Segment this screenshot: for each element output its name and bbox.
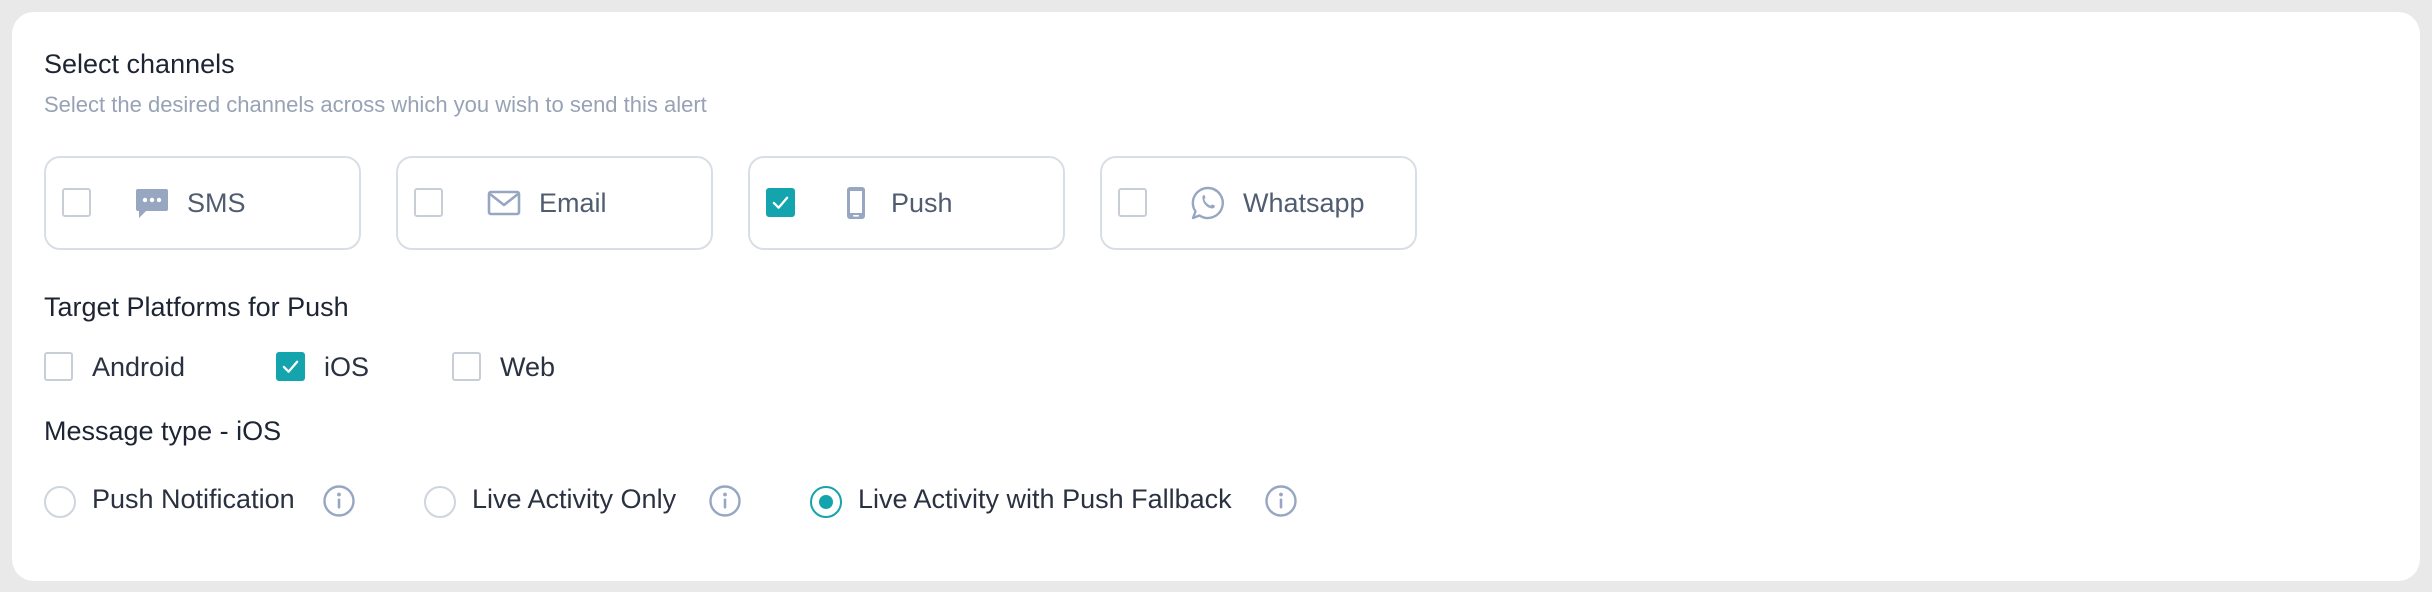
channel-card-whatsapp[interactable]: Whatsapp xyxy=(1100,156,1417,250)
target-platforms-title: Target Platforms for Push xyxy=(44,292,349,322)
channel-label-sms: SMS xyxy=(187,188,246,218)
info-icon[interactable] xyxy=(1264,484,1298,518)
message-type-title: Message type - iOS xyxy=(44,416,282,446)
push-checkbox[interactable] xyxy=(766,188,795,217)
mobile-phone-icon xyxy=(847,187,865,219)
info-icon[interactable] xyxy=(708,484,742,518)
radio-label-live-activity-push-fallback[interactable]: Live Activity with Push Fallback xyxy=(858,486,1232,513)
platform-label-ios[interactable]: iOS xyxy=(324,354,369,381)
select-channels-title: Select channels xyxy=(44,49,235,79)
channel-card-sms[interactable]: SMS xyxy=(44,156,361,250)
checkmark-icon xyxy=(772,196,789,209)
channel-label-email: Email xyxy=(539,188,607,218)
platform-checkbox-android[interactable] xyxy=(44,352,73,381)
radio-live-activity-only[interactable] xyxy=(424,486,456,518)
alert-channels-card: Select channels Select the desired chann… xyxy=(12,12,2420,581)
whatsapp-checkbox[interactable] xyxy=(1118,188,1147,217)
radio-live-activity-push-fallback[interactable] xyxy=(810,486,842,518)
info-icon[interactable] xyxy=(322,484,356,518)
channel-card-push[interactable]: Push xyxy=(748,156,1065,250)
channel-label-whatsapp: Whatsapp xyxy=(1243,188,1365,218)
platform-checkbox-web[interactable] xyxy=(452,352,481,381)
sms-message-icon xyxy=(136,189,168,218)
checkmark-icon xyxy=(282,360,299,373)
envelope-icon xyxy=(487,190,521,216)
platform-label-android[interactable]: Android xyxy=(92,354,185,381)
channel-card-email[interactable]: Email xyxy=(396,156,713,250)
radio-push-notification[interactable] xyxy=(44,486,76,518)
radio-selected-dot xyxy=(819,495,833,509)
sms-checkbox[interactable] xyxy=(62,188,91,217)
select-channels-subtitle: Select the desired channels across which… xyxy=(44,92,707,117)
platform-label-web[interactable]: Web xyxy=(500,354,555,381)
whatsapp-icon xyxy=(1191,186,1224,220)
radio-label-live-activity-only[interactable]: Live Activity Only xyxy=(472,486,676,513)
radio-label-push-notification[interactable]: Push Notification xyxy=(92,486,295,513)
email-checkbox[interactable] xyxy=(414,188,443,217)
channel-label-push: Push xyxy=(891,188,953,218)
platform-checkbox-ios[interactable] xyxy=(276,352,305,381)
